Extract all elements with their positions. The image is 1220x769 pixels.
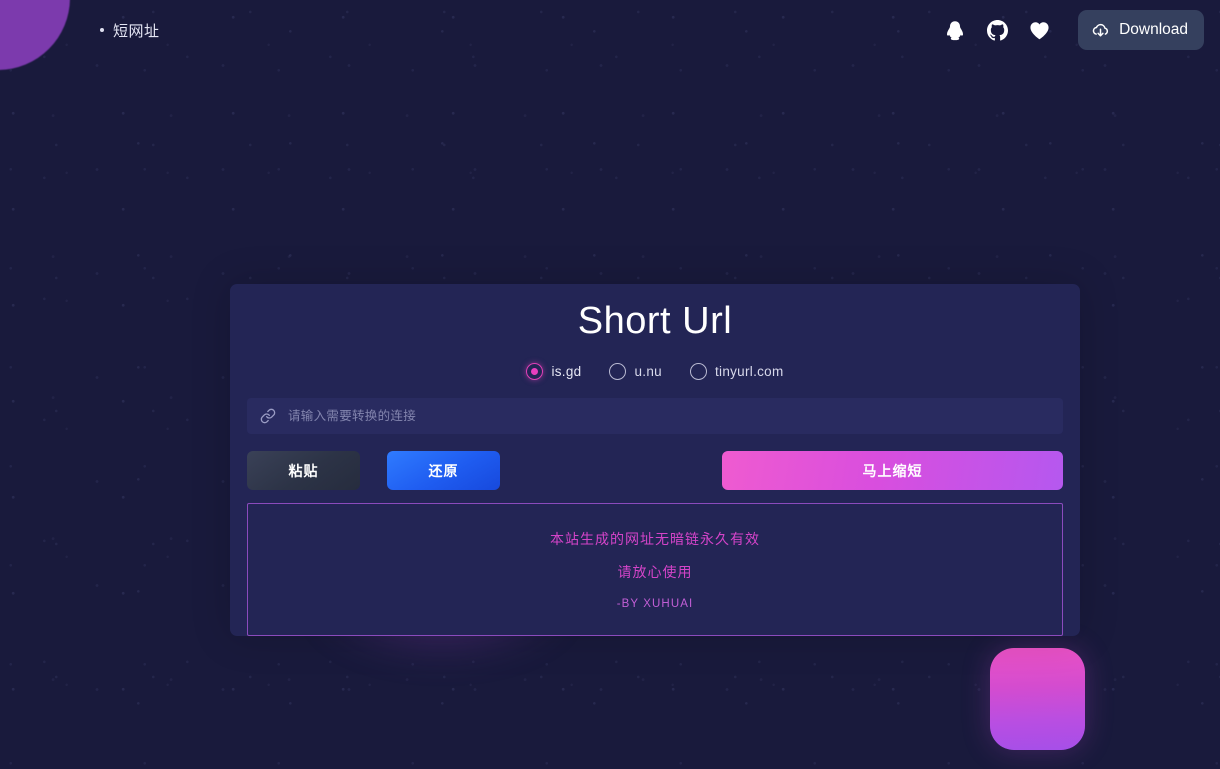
paste-button[interactable]: 粘贴 (247, 451, 360, 490)
link-icon (260, 408, 276, 424)
decorative-gradient-square-bottom-right (990, 648, 1085, 750)
heart-icon[interactable] (1028, 19, 1050, 41)
github-icon[interactable] (986, 19, 1008, 41)
short-url-card: Short Url is.gd u.nu tinyurl.com 请输入需要转换… (230, 284, 1080, 636)
brand-bullet-icon (100, 28, 104, 32)
url-input[interactable] (288, 409, 1050, 423)
top-navigation-bar: 短网址 Download (0, 0, 1220, 60)
page-title: Short Url (577, 300, 733, 342)
radio-label-isgd: is.gd (551, 364, 582, 379)
action-button-row: 粘贴 还原 马上缩短 (247, 451, 1063, 490)
provider-radio-group: is.gd u.nu tinyurl.com (230, 363, 1080, 380)
radio-label-tinyurl: tinyurl.com (714, 364, 784, 379)
radio-ring-icon (689, 363, 707, 380)
radio-ring-icon (609, 363, 627, 380)
cloud-download-icon (1091, 21, 1110, 40)
notice-line-2: 请放心使用 (617, 564, 693, 580)
download-button[interactable]: Download (1078, 10, 1204, 50)
notice-box: 本站生成的网址无暗链永久有效 请放心使用 -BY XUHUAI (247, 503, 1063, 636)
url-input-container[interactable] (247, 398, 1063, 434)
radio-option-tinyurl[interactable]: tinyurl.com (689, 363, 784, 380)
qq-icon[interactable] (944, 19, 966, 41)
radio-option-unu[interactable]: u.nu (609, 363, 662, 380)
radio-option-isgd[interactable]: is.gd (526, 363, 581, 380)
notice-author: -BY XUHUAI (616, 598, 694, 610)
restore-button[interactable]: 还原 (387, 451, 500, 490)
radio-ring-icon (526, 363, 544, 380)
shorten-button[interactable]: 马上缩短 (722, 451, 1063, 490)
brand-label: 短网址 (113, 22, 160, 40)
radio-dot-icon (531, 368, 539, 375)
download-button-label: Download (1119, 21, 1188, 38)
brand-logo[interactable]: 短网址 (100, 20, 160, 41)
radio-label-unu: u.nu (634, 364, 662, 379)
nav-actions: Download (944, 10, 1204, 50)
notice-line-1: 本站生成的网址无暗链永久有效 (550, 531, 760, 547)
